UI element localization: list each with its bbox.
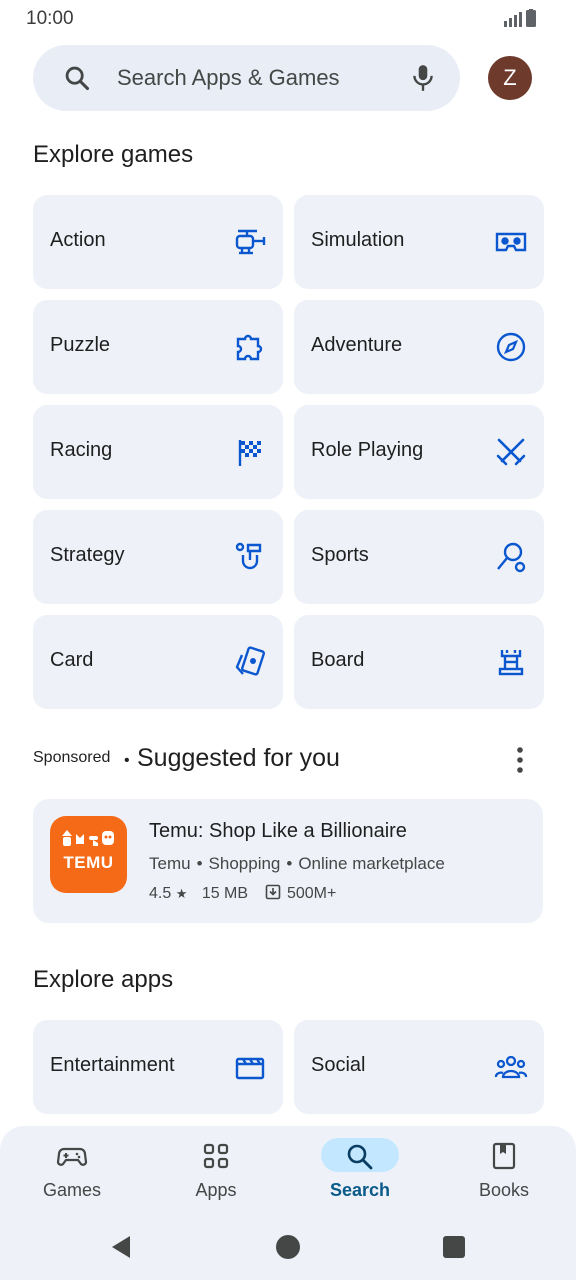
compass-icon — [496, 332, 526, 362]
app-developer: Temu — [149, 854, 191, 873]
chess-rook-icon — [498, 650, 524, 676]
category-tile-racing[interactable]: Racing — [33, 405, 283, 499]
category-tile-adventure[interactable]: Adventure — [294, 300, 544, 394]
category-tile-puzzle[interactable]: Puzzle — [33, 300, 283, 394]
nav-label: Apps — [195, 1180, 237, 1200]
explore-games-title: Explore games — [33, 141, 194, 168]
apps-grid-icon — [203, 1143, 229, 1169]
search-icon — [347, 1144, 373, 1170]
category-label: Card — [50, 649, 94, 671]
category-label: Sports — [311, 544, 369, 566]
system-navigation — [0, 1226, 576, 1266]
nav-label: Games — [42, 1180, 102, 1200]
bullet: • — [196, 854, 203, 873]
avatar[interactable]: Z — [488, 56, 532, 100]
suggested-app-card[interactable]: TEMU Temu: Shop Like a Billionaire Temu •… — [33, 799, 543, 923]
status-bar: 10:00 — [0, 0, 576, 38]
nav-games[interactable]: Games — [0, 1126, 144, 1226]
app-stats: 4.5 ★ 15 MB 500M+ — [149, 884, 336, 903]
app-subcategory: Online marketplace — [298, 854, 445, 873]
bullet: • — [286, 854, 293, 873]
app-rating: 4.5 — [149, 885, 172, 902]
category-tile-sports[interactable]: Sports — [294, 510, 544, 604]
category-tile-role-playing[interactable]: Role Playing — [294, 405, 544, 499]
category-label: Adventure — [311, 334, 403, 356]
puzzle-piece-icon — [236, 334, 263, 361]
app-size: 15 MB — [201, 885, 249, 902]
gamepad-icon — [56, 1147, 88, 1166]
explore-apps-title: Explore apps — [33, 966, 174, 993]
home-icon[interactable] — [275, 1234, 301, 1260]
category-label: Simulation — [311, 229, 405, 251]
app-meta: Temu • Shopping • Online marketplace — [149, 854, 445, 874]
bookmark-book-icon — [492, 1142, 516, 1170]
bottom-navigation: Games Apps Search Books — [0, 1126, 576, 1280]
app-name: Temu: Shop Like a Billionaire — [149, 820, 407, 842]
playing-card-icon — [235, 646, 265, 676]
category-label: Board — [311, 649, 365, 671]
sponsored-label: Sponsored — [33, 749, 111, 766]
checkered-flag-icon — [238, 440, 261, 466]
category-tile-strategy[interactable]: Strategy — [33, 510, 283, 604]
app-category: Shopping — [208, 854, 281, 873]
search-icon — [65, 66, 90, 91]
clapperboard-icon — [235, 1057, 265, 1080]
category-tile-action[interactable]: Action — [33, 195, 283, 289]
star-icon: ★ — [175, 886, 188, 901]
category-tile-card[interactable]: Card — [33, 615, 283, 709]
download-icon — [265, 884, 280, 900]
back-icon[interactable] — [108, 1234, 134, 1260]
category-tile-simulation[interactable]: Simulation — [294, 195, 544, 289]
more-options-icon[interactable] — [508, 744, 532, 776]
search-bar[interactable]: Search Apps & Games — [33, 45, 460, 111]
nav-books[interactable]: Books — [432, 1126, 576, 1226]
category-label: Social — [311, 1054, 366, 1076]
crossed-swords-icon — [496, 438, 526, 466]
helicopter-icon — [235, 229, 266, 255]
separator-dot: • — [124, 752, 130, 769]
nav-apps[interactable]: Apps — [144, 1126, 288, 1226]
nav-search[interactable]: Search — [288, 1126, 432, 1226]
strategy-icon — [235, 542, 262, 570]
app-downloads: 500M+ — [286, 885, 337, 902]
category-label: Racing — [50, 439, 113, 461]
category-tile-board[interactable]: Board — [294, 615, 544, 709]
people-icon — [494, 1055, 528, 1079]
racket-icon — [497, 542, 526, 573]
recents-icon[interactable] — [442, 1235, 466, 1259]
nav-label: Search — [329, 1180, 391, 1200]
category-label: Action — [50, 229, 106, 251]
signal-battery-icon — [504, 9, 536, 27]
category-tile-social[interactable]: Social — [294, 1020, 544, 1114]
temu-glyphs-icon — [62, 830, 114, 846]
app-icon-brand: TEMU — [63, 853, 114, 872]
search-input[interactable]: Search Apps & Games — [117, 65, 340, 91]
category-label: Role Playing — [311, 439, 424, 461]
category-label: Puzzle — [50, 334, 111, 356]
nav-label: Books — [478, 1180, 530, 1200]
category-label: Entertainment — [50, 1054, 175, 1076]
status-time: 10:00 — [26, 8, 74, 29]
vr-headset-icon — [495, 232, 527, 252]
microphone-icon[interactable] — [410, 63, 436, 93]
app-icon: TEMU — [50, 816, 127, 893]
category-label: Strategy — [50, 544, 125, 566]
category-tile-entertainment[interactable]: Entertainment — [33, 1020, 283, 1114]
suggested-title: Suggested for you — [137, 744, 340, 772]
